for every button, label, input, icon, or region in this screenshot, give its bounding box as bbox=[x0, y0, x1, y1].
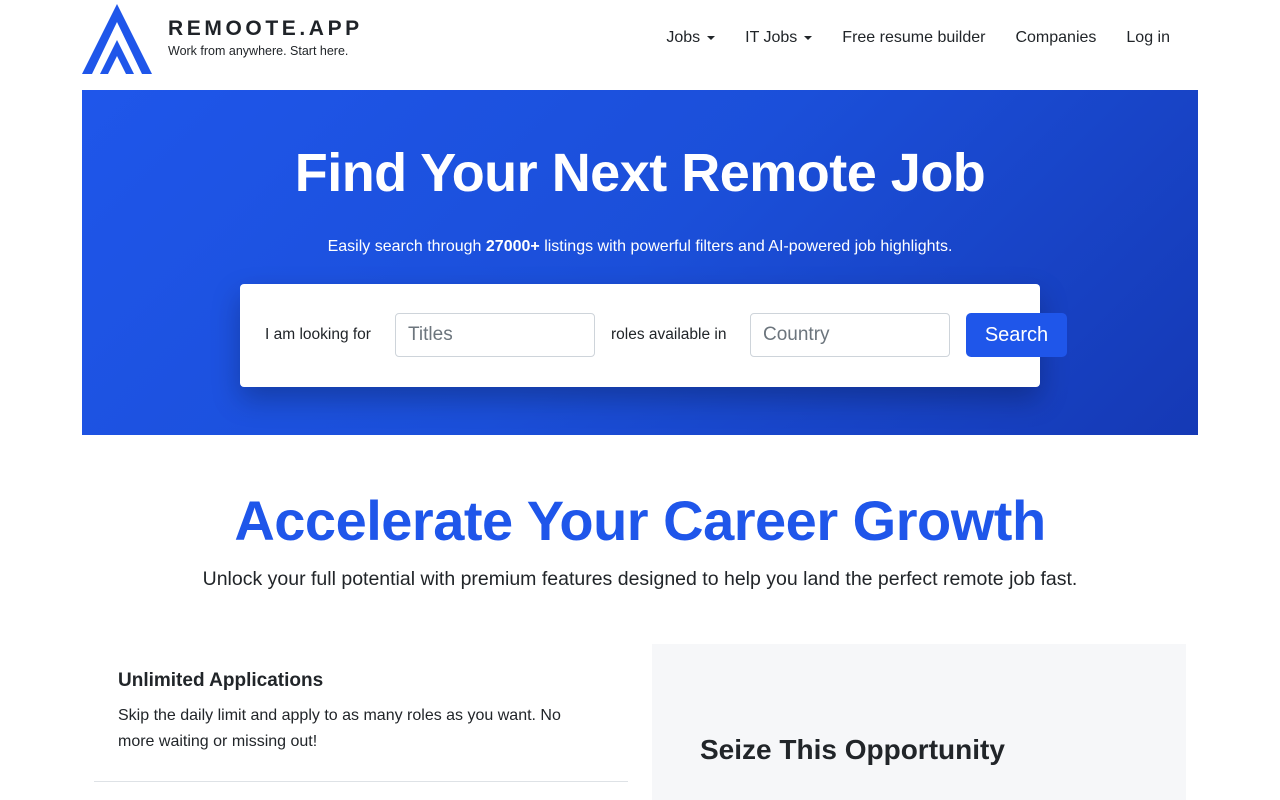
feature-title: Unlimited Applications bbox=[118, 670, 324, 691]
opportunity-panel: Seize This Opportunity bbox=[652, 644, 1186, 800]
hero-subtitle-pre: Easily search through bbox=[327, 238, 486, 255]
main-nav: Jobs IT Jobs Free resume builder Compani… bbox=[651, 28, 1185, 48]
search-card: I am looking for roles available in Sear… bbox=[240, 284, 1067, 387]
caret-down-icon bbox=[707, 36, 716, 40]
roles-available-label: roles available in bbox=[611, 326, 727, 343]
nav-it-jobs[interactable]: IT Jobs bbox=[730, 28, 827, 48]
nav-login[interactable]: Log in bbox=[1111, 28, 1185, 48]
hero-banner: Find Your Next Remote Job Easily search … bbox=[82, 90, 1198, 435]
looking-for-label: I am looking for bbox=[265, 326, 371, 343]
brand-tagline: Work from anywhere. Start here. bbox=[168, 44, 349, 58]
opportunity-title: Seize This Opportunity bbox=[700, 734, 1005, 765]
feature-description: Skip the daily limit and apply to as man… bbox=[118, 707, 561, 750]
hero-title: Find Your Next Remote Job bbox=[294, 143, 986, 203]
country-input[interactable] bbox=[750, 313, 950, 357]
nav-login-label: Log in bbox=[1126, 29, 1170, 46]
career-subtitle: Unlock your full potential with premium … bbox=[202, 568, 1078, 590]
titles-input[interactable] bbox=[395, 313, 595, 357]
career-title: Accelerate Your Career Growth bbox=[234, 489, 1046, 552]
hero-subtitle: Easily search through 27000+ listings wi… bbox=[82, 238, 1198, 256]
site-header: REMOOTE.APP Work from anywhere. Start he… bbox=[0, 0, 1280, 90]
nav-resume-builder-label: Free resume builder bbox=[842, 29, 986, 46]
search-button[interactable]: Search bbox=[966, 313, 1067, 357]
nav-companies[interactable]: Companies bbox=[1000, 28, 1111, 48]
nav-companies-label: Companies bbox=[1015, 29, 1097, 46]
hero-subtitle-post: listings with powerful filters and AI-po… bbox=[539, 238, 953, 255]
caret-down-icon bbox=[804, 36, 813, 40]
nav-jobs[interactable]: Jobs bbox=[651, 28, 730, 48]
nav-resume-builder[interactable]: Free resume builder bbox=[827, 28, 1000, 48]
brand-name[interactable]: REMOOTE.APP bbox=[168, 17, 363, 41]
listing-count: 27000+ bbox=[485, 238, 540, 255]
remoote-logo-icon[interactable] bbox=[82, 4, 152, 74]
feature-item: Unlimited Applications Skip the daily li… bbox=[94, 644, 628, 782]
nav-it-jobs-label: IT Jobs bbox=[745, 29, 798, 46]
nav-jobs-label: Jobs bbox=[666, 29, 701, 46]
